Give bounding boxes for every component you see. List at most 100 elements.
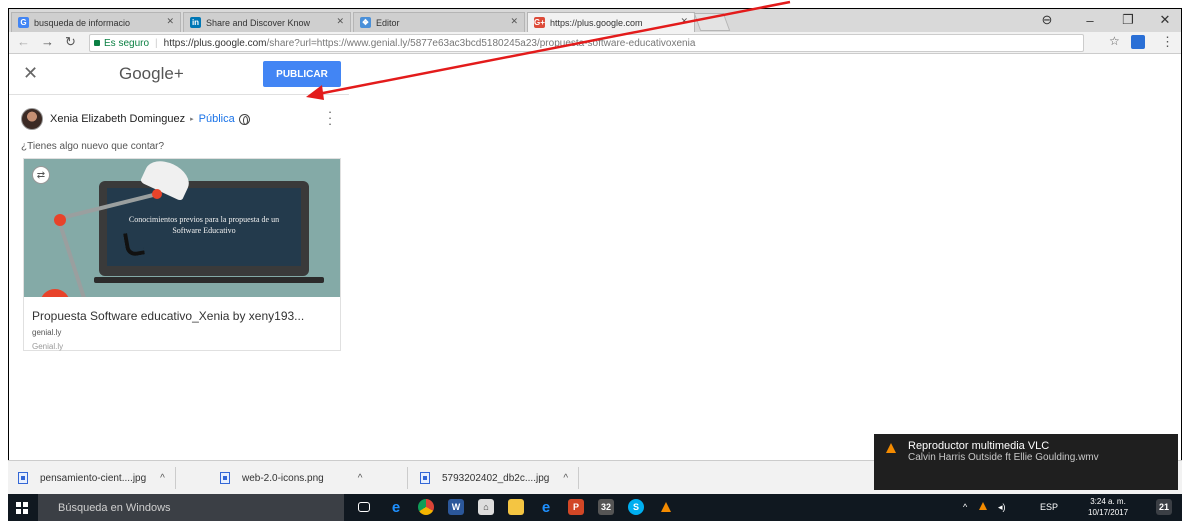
card-domain: genial.ly	[32, 328, 62, 337]
screenshot: G busqueda de informacio ✕ in Share and …	[0, 0, 1186, 521]
card-title[interactable]: Propuesta Software educativo_Xenia by xe…	[32, 309, 337, 323]
url-host: https://plus.google.com	[163, 37, 267, 49]
forward-icon[interactable]: →	[41, 34, 54, 49]
google-favicon-icon: G	[18, 17, 29, 28]
clock[interactable]: 3:24 a. m. 10/17/2017	[1088, 496, 1128, 518]
notification-body: Calvin Harris Outside ft Ellie Goulding.…	[908, 452, 1099, 463]
word-icon[interactable]: W	[448, 499, 464, 515]
tab-title: Share and Discover Know	[206, 17, 311, 28]
chevron-up-icon[interactable]: ^	[563, 473, 568, 484]
windows-start-icon[interactable]	[16, 502, 28, 514]
tab-linkedin[interactable]: in Share and Discover Know ✕	[183, 12, 351, 32]
close-icon[interactable]: ✕	[23, 63, 38, 84]
caret-right-icon: ▸	[190, 116, 194, 123]
volume-icon[interactable]: ◂)	[998, 502, 1006, 513]
vlc-icon	[886, 443, 896, 453]
download-item[interactable]: 5793202402_db2c....jpg ^	[420, 467, 580, 489]
image-file-icon	[420, 472, 430, 484]
steam-icon[interactable]: 32	[598, 499, 614, 515]
tab-busqueda[interactable]: G busqueda de informacio ✕	[11, 12, 181, 32]
post-input[interactable]: ¿Tienes algo nuevo que contar?	[21, 141, 164, 152]
privacy-selector[interactable]: Pública	[199, 113, 235, 125]
lock-icon	[94, 40, 100, 46]
profile-icon[interactable]: ⊖	[1034, 10, 1060, 30]
download-name: pensamiento-cient....jpg	[40, 472, 147, 484]
tab-title: Editor	[376, 17, 400, 28]
download-name: 5793202402_db2c....jpg	[442, 472, 550, 484]
more-options-icon[interactable]: · · ·	[326, 105, 334, 130]
lamp-hinge	[152, 189, 162, 199]
bookmark-star-icon[interactable]: ☆	[1109, 34, 1120, 48]
tab-close-icon[interactable]: ✕	[680, 16, 688, 27]
tab-google-plus[interactable]: G+ https://plus.google.com ✕	[527, 12, 695, 32]
download-name: web-2.0-icons.png	[242, 472, 324, 484]
url-path: /share?url=https://www.genial.ly/5877e63…	[266, 37, 696, 49]
close-window-icon[interactable]: ✕	[1152, 10, 1178, 30]
store-icon[interactable]: ⌂	[478, 499, 494, 515]
lamp-base	[40, 289, 70, 297]
link-preview-card[interactable]: Conocimientos previos para la propuesta …	[23, 158, 341, 351]
clock-time: 3:24 a. m.	[1090, 497, 1126, 506]
tab-close-icon[interactable]: ✕	[510, 16, 518, 27]
vlc-icon	[979, 502, 987, 510]
thumbnail-caption: Conocimientos previos para la propuesta …	[128, 215, 280, 235]
google-plus-logo: Google+	[119, 64, 184, 83]
download-item[interactable]: pensamiento-cient....jpg ^	[18, 467, 176, 489]
laptop-base	[94, 277, 324, 283]
google-plus-favicon-icon: G+	[534, 17, 545, 28]
notification-title: Reproductor multimedia VLC	[908, 440, 1050, 452]
taskbar-search[interactable]: Búsqueda en Windows	[38, 494, 344, 521]
laptop-illustration: Conocimientos previos para la propuesta …	[99, 181, 309, 276]
file-explorer-icon[interactable]	[508, 499, 524, 515]
vlc-notification[interactable]: Reproductor multimedia VLC Calvin Harris…	[874, 434, 1178, 490]
language-indicator[interactable]: ESP	[1040, 502, 1058, 512]
minimize-icon[interactable]: –	[1077, 10, 1103, 30]
tab-title: https://plus.google.com	[550, 17, 643, 28]
restore-icon[interactable]: ❐	[1115, 10, 1141, 30]
chevron-up-icon[interactable]: ^	[160, 473, 165, 484]
author-name: Xenia Elizabeth Dominguez	[50, 113, 186, 125]
taskbar: Búsqueda en Windows e W ⌂ e P 32 S ^ ◂) …	[8, 494, 1182, 521]
vlc-icon	[661, 502, 671, 512]
menu-dots-icon[interactable]: ⋮	[1161, 34, 1174, 50]
reload-icon[interactable]: ↻	[65, 34, 76, 50]
author-row: Xenia Elizabeth Dominguez ▸ Pública · · ·	[21, 105, 351, 131]
skype-icon[interactable]: S	[628, 499, 644, 515]
browser-window: G busqueda de informacio ✕ in Share and …	[8, 8, 1182, 493]
url-text: https://plus.google.com/share?url=https:…	[164, 38, 696, 49]
tab-close-icon[interactable]: ✕	[166, 16, 174, 27]
task-view-icon[interactable]	[358, 502, 370, 512]
powerpoint-icon[interactable]: P	[568, 499, 584, 515]
url-divider: |	[155, 37, 158, 49]
card-source: Genial.ly	[32, 342, 64, 351]
notification-center-icon[interactable]: 21	[1156, 499, 1172, 515]
chrome-icon[interactable]	[418, 499, 434, 515]
url-field[interactable]: Es seguro | https://plus.google.com/shar…	[89, 34, 1084, 52]
back-icon[interactable]: ←	[17, 34, 30, 49]
image-file-icon	[18, 472, 28, 484]
tab-title: busqueda de informacio	[34, 17, 131, 28]
share-header: ✕ Google+ PUBLICAR	[9, 55, 349, 95]
linkedin-favicon-icon: in	[190, 17, 201, 28]
globe-icon	[238, 113, 250, 125]
new-tab-button[interactable]	[693, 13, 731, 31]
image-file-icon	[220, 472, 230, 484]
clock-date: 10/17/2017	[1088, 508, 1129, 517]
reshare-icon[interactable]: ⇄	[32, 166, 50, 184]
lamp-joint	[54, 214, 66, 226]
vlc-taskbar-icon[interactable]	[658, 499, 674, 515]
internet-explorer-icon[interactable]: e	[538, 499, 554, 516]
edge-icon[interactable]: e	[388, 499, 404, 516]
tray-chevron-icon[interactable]: ^	[963, 502, 967, 512]
publish-button[interactable]: PUBLICAR	[263, 61, 341, 87]
secure-label: Es seguro	[104, 37, 150, 49]
chevron-up-icon[interactable]: ^	[358, 473, 363, 484]
tab-strip: G busqueda de informacio ✕ in Share and …	[9, 9, 1181, 32]
download-item[interactable]: web-2.0-icons.png ^	[220, 467, 408, 489]
avatar	[21, 108, 43, 130]
extension-icon[interactable]	[1131, 35, 1145, 49]
lamp-arm	[58, 223, 87, 297]
tab-editor[interactable]: ❖ Editor ✕	[353, 12, 525, 32]
tab-close-icon[interactable]: ✕	[336, 16, 344, 27]
editor-favicon-icon: ❖	[360, 17, 371, 28]
